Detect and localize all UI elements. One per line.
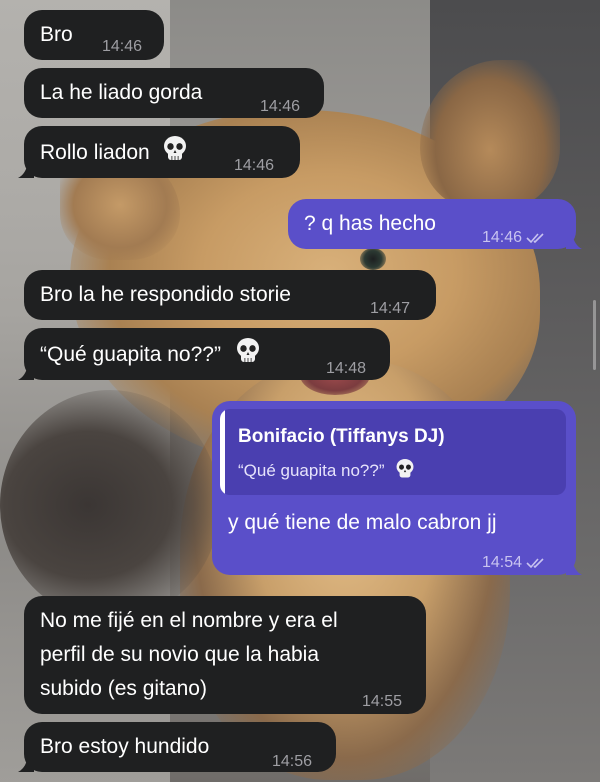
- message-line: No me fijé en el nombre y era el: [40, 609, 338, 632]
- message-time: 14:47: [370, 300, 411, 317]
- bubble-tail: [18, 162, 34, 178]
- quote-bar: [220, 409, 225, 495]
- incoming-message[interactable]: Bro la he respondido storie 14:47: [24, 270, 436, 320]
- message-text: “Qué guapita no??”: [40, 343, 221, 366]
- message-text: Rollo liadon: [40, 141, 150, 164]
- message-text: y qué tiene de malo cabron jj: [228, 511, 497, 534]
- outgoing-message[interactable]: ? q has hecho 14:46: [288, 199, 582, 249]
- message-time: 14:46: [482, 229, 523, 246]
- message-line: perfil de su novio que la habia: [40, 643, 320, 666]
- read-receipt-icon: [526, 233, 544, 243]
- outgoing-reply-message[interactable]: Bonifacio (Tiffanys DJ) “Qué guapita no?…: [212, 401, 582, 575]
- skull-icon: [236, 338, 259, 362]
- bubble-tail: [566, 559, 582, 575]
- message-time: 14:46: [234, 157, 275, 174]
- skull-icon: [396, 459, 414, 478]
- quoted-sender-name: Bonifacio (Tiffanys DJ): [238, 426, 445, 447]
- message-text: ? q has hecho: [304, 212, 436, 235]
- incoming-message[interactable]: No me fijé en el nombre y era el perfil …: [24, 596, 426, 714]
- message-time: 14:46: [260, 98, 301, 115]
- scrollbar[interactable]: [593, 300, 596, 370]
- quoted-text: “Qué guapita no??”: [238, 461, 385, 480]
- message-text: Bro estoy hundido: [40, 735, 210, 758]
- bubble-tail: [18, 364, 34, 380]
- incoming-message[interactable]: Rollo liadon 14:46: [18, 126, 300, 178]
- message-time: 14:48: [326, 360, 367, 377]
- message-time: 14:46: [102, 38, 143, 55]
- message-text: Bro: [40, 23, 73, 46]
- incoming-message[interactable]: “Qué guapita no??” 14:48: [18, 328, 390, 380]
- quoted-message[interactable]: Bonifacio (Tiffanys DJ) “Qué guapita no?…: [220, 409, 566, 495]
- message-text: La he liado gorda: [40, 81, 203, 104]
- skull-icon: [163, 136, 186, 160]
- bubble-tail: [566, 233, 582, 249]
- incoming-message[interactable]: Bro estoy hundido 14:56: [18, 722, 336, 772]
- message-time: 14:56: [272, 753, 313, 770]
- incoming-message[interactable]: Bro 14:46: [24, 10, 164, 60]
- message-list[interactable]: Bro 14:46 La he liado gorda 14:46 Rollo …: [0, 0, 600, 782]
- bubble-tail: [18, 756, 34, 772]
- message-time: 14:55: [362, 693, 403, 710]
- read-receipt-icon: [526, 558, 544, 568]
- message-text: Bro la he respondido storie: [40, 283, 291, 306]
- incoming-message[interactable]: La he liado gorda 14:46: [24, 68, 324, 118]
- message-time: 14:54: [482, 554, 523, 571]
